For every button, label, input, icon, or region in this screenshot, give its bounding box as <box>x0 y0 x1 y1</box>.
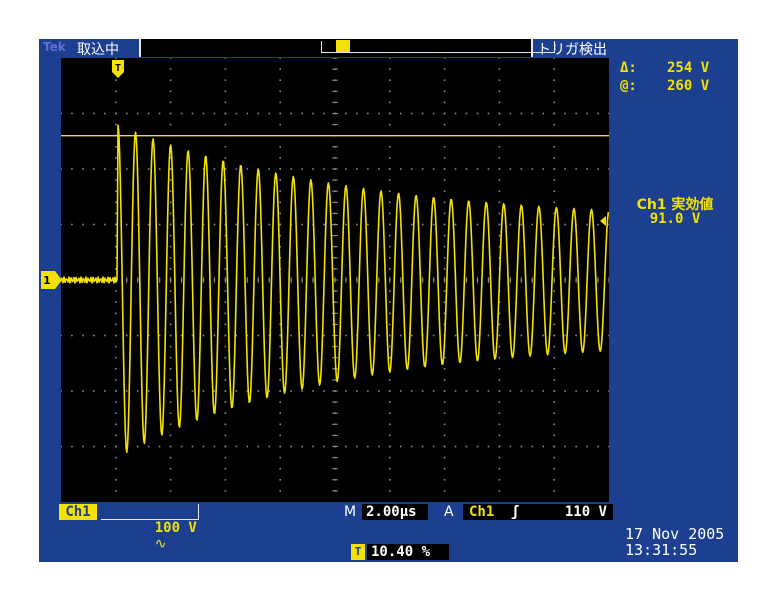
rising-slope-icon: ʃ <box>511 504 520 520</box>
top-status-bar: Tek 取込中 トリガ検出 <box>39 39 738 58</box>
timebase-value[interactable]: 2.00µs <box>362 504 428 520</box>
trigger-marker-label: T <box>115 63 121 74</box>
waveform-display[interactable]: T <box>61 58 609 502</box>
record-length-bracket <box>321 41 555 53</box>
record-view-bar[interactable] <box>141 39 555 57</box>
trigger-level: 110 V <box>564 504 607 520</box>
trigger-status: トリガ検出 <box>537 42 607 58</box>
ac-coupling-icon: ∿ <box>154 536 167 552</box>
cursor-delta-symbol: Δ: <box>620 60 637 76</box>
ch1-ground-marker[interactable]: 1 <box>39 271 63 289</box>
separator <box>139 39 141 57</box>
cursor-at-symbol: @: <box>620 78 637 94</box>
main-timebase-letter: M <box>344 504 357 520</box>
cursor-delta-value: 254 V <box>667 60 710 76</box>
trigger-position-icon-label: T <box>354 545 362 558</box>
trigger-source: Ch1 <box>469 504 495 520</box>
trigger-letter: A <box>444 504 454 520</box>
trigger-level-arrow[interactable] <box>597 215 607 227</box>
measurement-value: 91.0 V <box>649 211 701 227</box>
oscilloscope-screen: Tek 取込中 トリガ検出 T 1 Δ: 254 V @: 260 V Ch1 … <box>39 39 738 562</box>
ch1-badge[interactable]: Ch1 <box>59 504 97 520</box>
trigger-position-icon: T <box>351 544 365 560</box>
cursor-at-value: 260 V <box>667 78 710 94</box>
separator <box>531 39 533 57</box>
brand-logo: Tek <box>43 40 66 54</box>
time-display: 13:31:55 <box>625 541 698 559</box>
ch1-scale-value: 100 V <box>154 520 197 536</box>
trigger-position-value[interactable]: 10.40 % <box>367 544 449 560</box>
acquisition-status: 取込中 <box>77 42 119 58</box>
record-window-marker <box>336 40 350 52</box>
ch1-marker-label: 1 <box>43 274 51 287</box>
trigger-settings[interactable]: Ch1 ʃ 110 V <box>463 504 613 520</box>
ch1-vertical-scale[interactable]: 100 V ∿ <box>101 504 199 552</box>
